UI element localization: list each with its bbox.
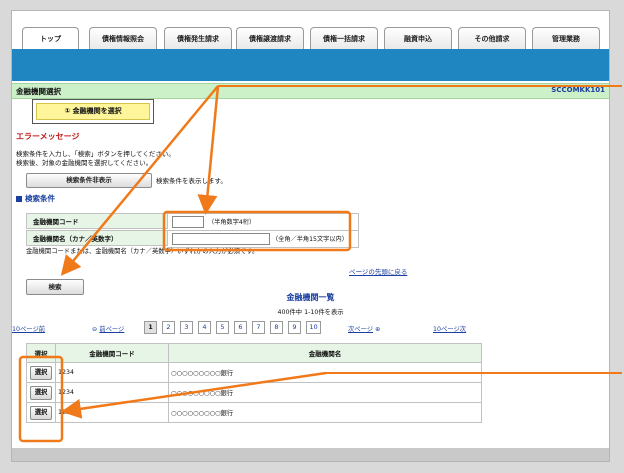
page-title: 金融機関選択 (16, 87, 61, 96)
bank-name-cell: ○○○○○○○○○銀行 (168, 382, 482, 403)
header-band (12, 49, 609, 81)
col-bank-code: 金融機関コード (55, 343, 169, 363)
table-header-row: 選択 金融機関コード 金融機関名 (26, 343, 482, 363)
step-label: ① 金融機関を選択 (36, 103, 150, 120)
select-cell: 選択 (26, 382, 56, 403)
tab-bulk-request[interactable]: 債権一括請求 (310, 27, 378, 50)
bank-code-input[interactable] (172, 216, 204, 228)
bank-name-input[interactable] (172, 233, 270, 245)
tab-claim-inquiry[interactable]: 債権情報照会 (89, 27, 157, 50)
next-page-link[interactable]: 次ページ ⊕ (348, 324, 380, 333)
tab-admin[interactable]: 管理業務 (532, 27, 600, 50)
browser-window: トップ 債権情報照会 債権発生請求 債権譲渡請求 債権一括請求 融資申込 その他… (11, 10, 610, 462)
square-bullet-icon (16, 196, 22, 202)
page-number-3[interactable]: 3 (180, 321, 193, 334)
back-to-top-link[interactable]: ページの先頭に戻る (349, 266, 407, 276)
table-row: 選択 1234 ○○○○○○○○○銀行 (26, 382, 482, 403)
step-indicator: ① 金融機関を選択 (32, 99, 154, 124)
page-number-9[interactable]: 9 (288, 321, 301, 334)
select-button[interactable]: 選択 (30, 365, 52, 380)
code-hint: （半角数字4桁） (208, 219, 256, 226)
select-cell: 選択 (26, 362, 56, 383)
list-title: 金融機関一覧 (286, 293, 335, 302)
page-number-6[interactable]: 6 (234, 321, 247, 334)
prev-page-link[interactable]: ⊖ 前ページ (92, 324, 124, 333)
table-row: 選択 1234 ○○○○○○○○○銀行 (26, 362, 482, 383)
tab-other-request[interactable]: その他請求 (458, 27, 526, 50)
next-page-label: 次ページ (348, 326, 374, 333)
bank-code-cell: 1234 (55, 362, 169, 383)
required-note: 金融機関コードまたは、金融機関名（カナ／英数字）いずれかの入力が必須です。 (26, 248, 259, 255)
page-number-8[interactable]: 8 (270, 321, 283, 334)
tab-financing[interactable]: 融資申込 (384, 27, 452, 50)
error-heading: エラーメッセージ (16, 132, 80, 141)
search-section-label: 検索条件 (25, 194, 55, 203)
screen-code: SCCOMKK101 (551, 86, 605, 94)
bank-name-cell: ○○○○○○○○○銀行 (168, 362, 482, 383)
page-number-4[interactable]: 4 (198, 321, 211, 334)
page-title-bar: 金融機関選択 SCCOMKK101 (12, 83, 609, 99)
next-circle-icon: ⊕ (375, 326, 381, 333)
code-label: 金融機関コード (26, 213, 168, 229)
tab-claim-transfer[interactable]: 債権譲渡請求 (236, 27, 304, 50)
bank-name-cell: ○○○○○○○○○銀行 (168, 402, 482, 423)
select-button[interactable]: 選択 (30, 385, 52, 400)
page-number-2[interactable]: 2 (162, 321, 175, 334)
tab-claim-issue[interactable]: 債権発生請求 (164, 27, 232, 50)
pagination: 10ページ前 ⊖ 前ページ 1 2 3 4 5 6 7 8 9 10 次ページ … (12, 321, 609, 335)
main-nav-tabs: トップ 債権情報照会 債権発生請求 債権譲渡請求 債権一括請求 融資申込 その他… (12, 11, 609, 51)
bank-list-table: 選択 金融機関コード 金融機関名 選択 1234 ○○○○○○○○○銀行 選択 … (26, 343, 482, 423)
tab-top[interactable]: トップ (22, 27, 79, 50)
screenshot-canvas: トップ 債権情報照会 債権発生請求 債権譲渡請求 債権一括請求 融資申込 その他… (0, 0, 624, 473)
page-number-10[interactable]: 10 (306, 321, 321, 334)
prev-page-label: 前ページ (99, 326, 125, 333)
prev-circle-icon: ⊖ (92, 326, 98, 333)
error-message-line2: 検索後、対象の金融機関を選択してください。 (16, 159, 153, 167)
select-button[interactable]: 選択 (30, 405, 52, 420)
search-conditions-note: 検索条件を表示します。 (156, 177, 227, 185)
hide-search-conditions-button[interactable]: 検索条件非表示 (26, 173, 152, 188)
page-number-5[interactable]: 5 (216, 321, 229, 334)
code-cell: （半角数字4桁） (168, 213, 359, 231)
page-number-7[interactable]: 7 (252, 321, 265, 334)
prev-10-pages-link[interactable]: 10ページ前 (12, 324, 45, 333)
bank-code-cell: 1234 (55, 382, 169, 403)
col-select: 選択 (26, 343, 56, 363)
code-row: 金融機関コード （半角数字4桁） (26, 213, 359, 231)
select-cell: 選択 (26, 402, 56, 423)
page-number-1[interactable]: 1 (144, 321, 157, 334)
name-hint: （全角／半角15文字以内） (272, 236, 348, 243)
col-bank-name: 金融機関名 (168, 343, 482, 363)
bottom-bar (12, 448, 609, 461)
name-row: 金融機関名（カナ／英数字） （全角／半角15文字以内） (26, 230, 359, 248)
table-row: 選択 1234 ○○○○○○○○○銀行 (26, 402, 482, 423)
search-section-title: 検索条件 (16, 193, 55, 204)
name-label: 金融機関名（カナ／英数字） (26, 230, 168, 246)
bank-code-cell: 1234 (55, 402, 169, 423)
list-count: 400件中 1-10件を表示 (277, 309, 344, 316)
next-10-pages-link[interactable]: 10ページ次 (433, 324, 466, 333)
